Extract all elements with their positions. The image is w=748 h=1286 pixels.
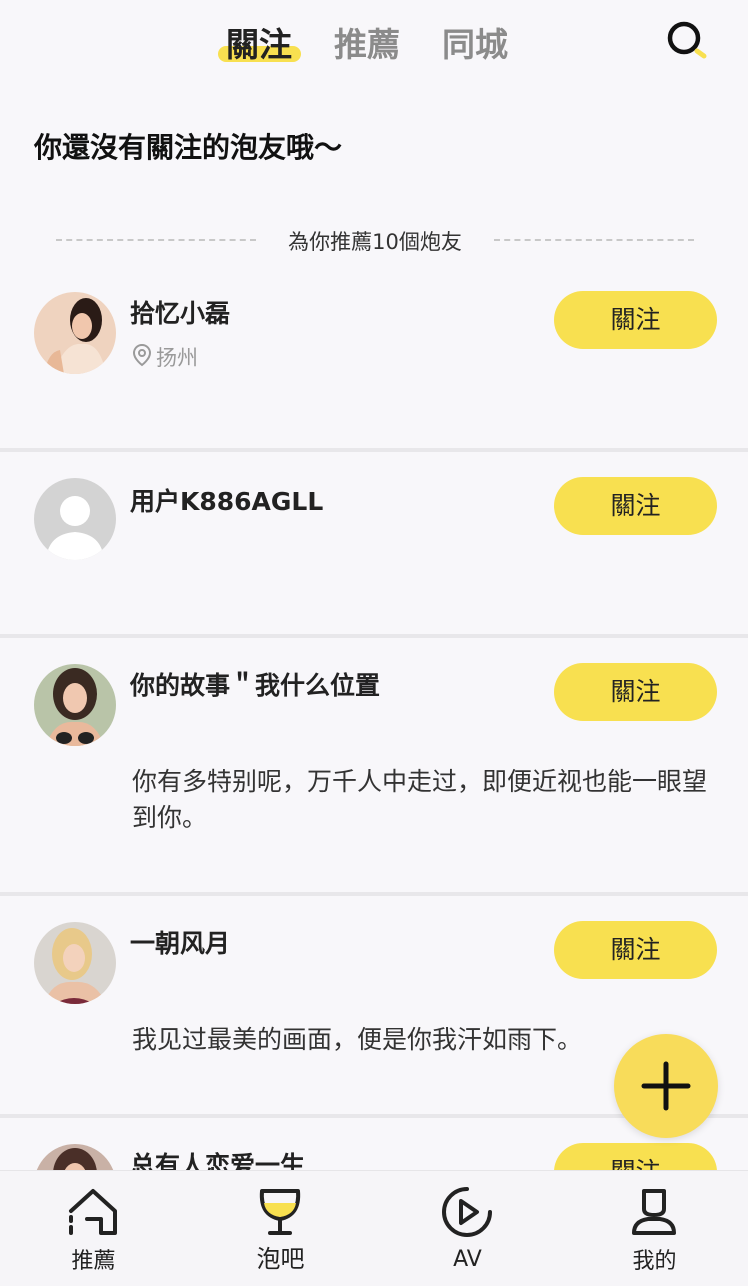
user-location-text: 扬州 — [156, 346, 198, 370]
wine-glass-icon — [250, 1185, 310, 1239]
app-screen: 關注 推薦 同城 你還沒有關注的泡友哦～ 為你推薦10個炮友 拾忆小磊 扬州 關… — [0, 0, 748, 1286]
nav-label: 推薦 — [71, 1249, 116, 1274]
follow-button[interactable]: 關注 — [554, 921, 717, 979]
default-avatar-icon[interactable] — [34, 478, 116, 560]
tab-recommended[interactable]: 推薦 — [334, 18, 400, 66]
nav-item-bar[interactable]: 泡吧 — [187, 1171, 374, 1286]
empty-following-message: 你還沒有關注的泡友哦～ — [34, 131, 343, 164]
avatar[interactable] — [34, 922, 116, 1004]
tab-same-city[interactable]: 同城 — [442, 18, 508, 66]
nav-item-me[interactable]: 我的 — [561, 1171, 748, 1286]
nav-label: AV — [453, 1247, 482, 1272]
list-item[interactable]: 拾忆小磊 扬州 關注 — [0, 270, 748, 448]
recommend-divider-text: 為你推薦10個炮友 — [288, 230, 462, 254]
user-name: 用户K886AGLL — [130, 487, 324, 516]
user-name: 拾忆小磊 — [130, 299, 231, 328]
divider-line-right — [494, 239, 694, 241]
list-item[interactable]: 你的故事＂我什么位置 關注 你有多特别呢，万千人中走过，即便近视也能一眼望到你。 — [0, 638, 748, 892]
profile-icon — [624, 1185, 684, 1239]
list-item[interactable]: 用户K886AGLL 關注 — [0, 452, 748, 634]
follow-button[interactable]: 關注 — [554, 477, 717, 535]
play-icon — [437, 1185, 497, 1239]
avatar[interactable] — [34, 292, 116, 374]
user-name: 一朝风月 — [130, 929, 231, 958]
search-icon[interactable] — [666, 20, 708, 62]
follow-button[interactable]: 關注 — [554, 663, 717, 721]
bottom-navigation: 推薦 泡吧 AV 我的 — [0, 1170, 748, 1286]
add-post-button[interactable] — [614, 1034, 718, 1138]
user-location: 扬州 — [132, 342, 198, 372]
nav-label: 我的 — [632, 1249, 677, 1274]
top-tab-bar: 關注 推薦 同城 — [0, 0, 748, 80]
location-pin-icon — [132, 343, 152, 372]
nav-label: 泡吧 — [256, 1245, 305, 1273]
recommend-divider: 為你推薦10個炮友 — [56, 222, 694, 256]
user-name: 你的故事＂我什么位置 — [130, 671, 381, 700]
avatar[interactable] — [34, 664, 116, 746]
plus-icon — [641, 1061, 691, 1111]
home-icon — [63, 1185, 123, 1239]
tab-following[interactable]: 關注 — [226, 18, 292, 66]
nav-item-recommend[interactable]: 推薦 — [0, 1171, 187, 1286]
follow-button[interactable]: 關注 — [554, 291, 717, 349]
user-bio: 你有多特别呢，万千人中走过，即便近视也能一眼望到你。 — [132, 767, 708, 832]
nav-item-av[interactable]: AV — [374, 1171, 561, 1286]
